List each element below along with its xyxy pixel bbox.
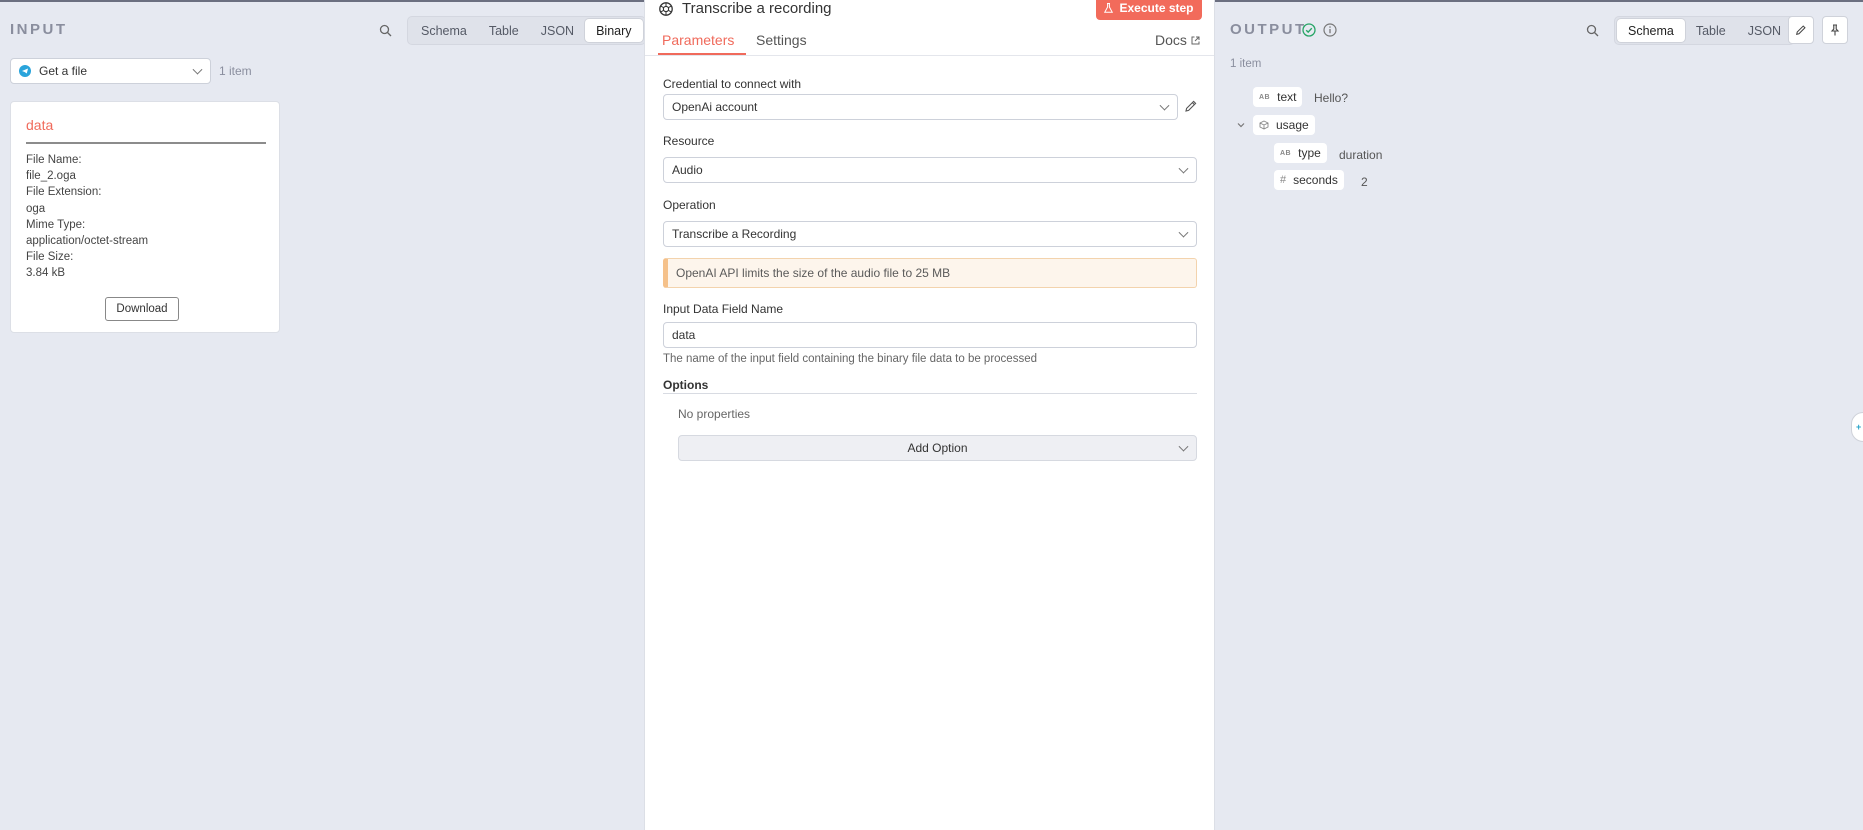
external-link-icon — [1191, 36, 1200, 45]
node-title[interactable]: Transcribe a recording — [682, 0, 832, 17]
execute-step-button[interactable]: Execute step — [1096, 0, 1202, 20]
edit-output-button[interactable] — [1788, 16, 1814, 44]
schema-value-text: Hello? — [1314, 91, 1349, 105]
openai-icon — [658, 1, 674, 17]
chevron-down-icon — [192, 64, 203, 75]
input-view-toggle: Schema Table JSON Binary — [407, 16, 646, 45]
options-divider — [663, 393, 1197, 394]
binary-card-title: data — [26, 117, 54, 133]
file-ext-label: File Extension: — [26, 186, 102, 199]
pencil-icon — [1795, 24, 1807, 36]
input-view-json[interactable]: JSON — [530, 19, 585, 42]
output-panel-title: OUTPUT — [1230, 21, 1307, 38]
usage-key: usage — [1276, 118, 1309, 132]
output-view-table[interactable]: Table — [1685, 19, 1737, 42]
success-check-icon — [1302, 23, 1316, 40]
docs-label: Docs — [1155, 32, 1187, 48]
add-option-label: Add Option — [907, 441, 968, 455]
add-node-handle[interactable]: + — [1851, 412, 1863, 442]
tab-parameters[interactable]: Parameters — [662, 32, 734, 48]
file-name-label: File Name: — [26, 154, 82, 166]
input-panel-title: INPUT — [10, 21, 68, 38]
string-type-icon: AB — [1280, 149, 1292, 157]
schema-key-type[interactable]: AB type — [1274, 143, 1327, 163]
string-type-icon: AB — [1259, 93, 1271, 101]
chevron-down-icon — [1178, 227, 1189, 238]
tabs-divider — [645, 55, 1214, 56]
schema-key-usage[interactable]: usage — [1253, 115, 1315, 135]
credential-value: OpenAi account — [672, 100, 758, 114]
resource-select[interactable]: Audio — [663, 157, 1197, 183]
file-ext-value: oga — [26, 202, 46, 215]
telegram-icon — [19, 65, 31, 77]
add-option-button[interactable]: Add Option — [678, 435, 1197, 461]
input-item-count: 1 item — [219, 64, 252, 78]
input-field-label: Input Data Field Name — [663, 302, 784, 316]
credential-select[interactable]: OpenAi account — [663, 94, 1178, 120]
schema-value-type: duration — [1339, 148, 1383, 162]
card-divider — [26, 142, 266, 144]
docs-link[interactable]: Docs — [1155, 32, 1200, 48]
output-search-icon[interactable] — [1580, 18, 1604, 42]
plus-icon: + — [1856, 422, 1862, 432]
execute-step-label: Execute step — [1119, 1, 1194, 15]
output-view-schema[interactable]: Schema — [1617, 19, 1685, 42]
node-parameters-panel: Transcribe a recording Execute step Para… — [644, 0, 1215, 830]
input-view-table[interactable]: Table — [478, 19, 530, 42]
number-type-icon: # — [1280, 174, 1287, 186]
pin-data-button[interactable] — [1822, 16, 1848, 44]
chevron-down-icon — [1178, 441, 1189, 452]
audio-size-notice: OpenAI API limits the size of the audio … — [663, 258, 1197, 288]
mime-type-value: application/octet-stream — [26, 235, 149, 248]
info-icon[interactable] — [1323, 23, 1337, 40]
input-node-select-value: Get a file — [39, 64, 88, 78]
object-type-icon — [1259, 120, 1269, 130]
flask-icon — [1104, 3, 1114, 13]
options-label: Options — [663, 378, 709, 392]
type-key: type — [1298, 146, 1321, 160]
input-search-icon[interactable] — [373, 18, 397, 42]
resource-label: Resource — [663, 134, 715, 148]
input-view-schema[interactable]: Schema — [410, 19, 478, 42]
node-header: Transcribe a recording — [658, 0, 832, 17]
collapse-usage-icon[interactable] — [1236, 119, 1246, 133]
no-properties-text: No properties — [678, 407, 751, 421]
tab-settings[interactable]: Settings — [756, 32, 807, 48]
text-key: text — [1277, 90, 1297, 104]
input-field-value: data — [672, 328, 696, 342]
notice-text: OpenAI API limits the size of the audio … — [676, 266, 951, 280]
input-field-hint: The name of the input field containing t… — [663, 353, 1037, 365]
binary-metadata: File Name: file_2.oga File Extension: og… — [26, 152, 148, 282]
file-size-label: File Size: — [26, 251, 74, 264]
input-field-name-input[interactable]: data — [663, 322, 1197, 348]
download-button[interactable]: Download — [105, 297, 179, 321]
operation-select[interactable]: Transcribe a Recording — [663, 221, 1197, 247]
operation-label: Operation — [663, 198, 716, 212]
schema-key-seconds[interactable]: # seconds — [1274, 170, 1344, 190]
file-name-value: file_2.oga — [26, 170, 76, 183]
binary-data-card: data File Name: file_2.oga File Extensio… — [10, 101, 280, 333]
output-view-toggle: Schema Table JSON — [1614, 16, 1796, 45]
output-item-count: 1 item — [1230, 58, 1262, 70]
mime-type-label: Mime Type: — [26, 218, 86, 231]
chevron-down-icon — [1178, 163, 1189, 174]
credential-label: Credential to connect with — [663, 77, 802, 91]
input-node-select[interactable]: Get a file — [10, 58, 211, 84]
edit-credential-icon[interactable] — [1184, 99, 1198, 116]
schema-value-seconds: 2 — [1361, 175, 1368, 189]
resource-value: Audio — [672, 163, 703, 177]
schema-key-text[interactable]: AB text — [1253, 87, 1303, 107]
output-view-json[interactable]: JSON — [1737, 19, 1792, 42]
file-size-value: 3.84 kB — [26, 267, 65, 280]
operation-value: Transcribe a Recording — [672, 227, 797, 241]
input-view-binary[interactable]: Binary — [585, 19, 643, 42]
seconds-key: seconds — [1293, 173, 1338, 187]
chevron-down-icon — [1159, 100, 1170, 111]
pin-icon — [1829, 24, 1841, 36]
